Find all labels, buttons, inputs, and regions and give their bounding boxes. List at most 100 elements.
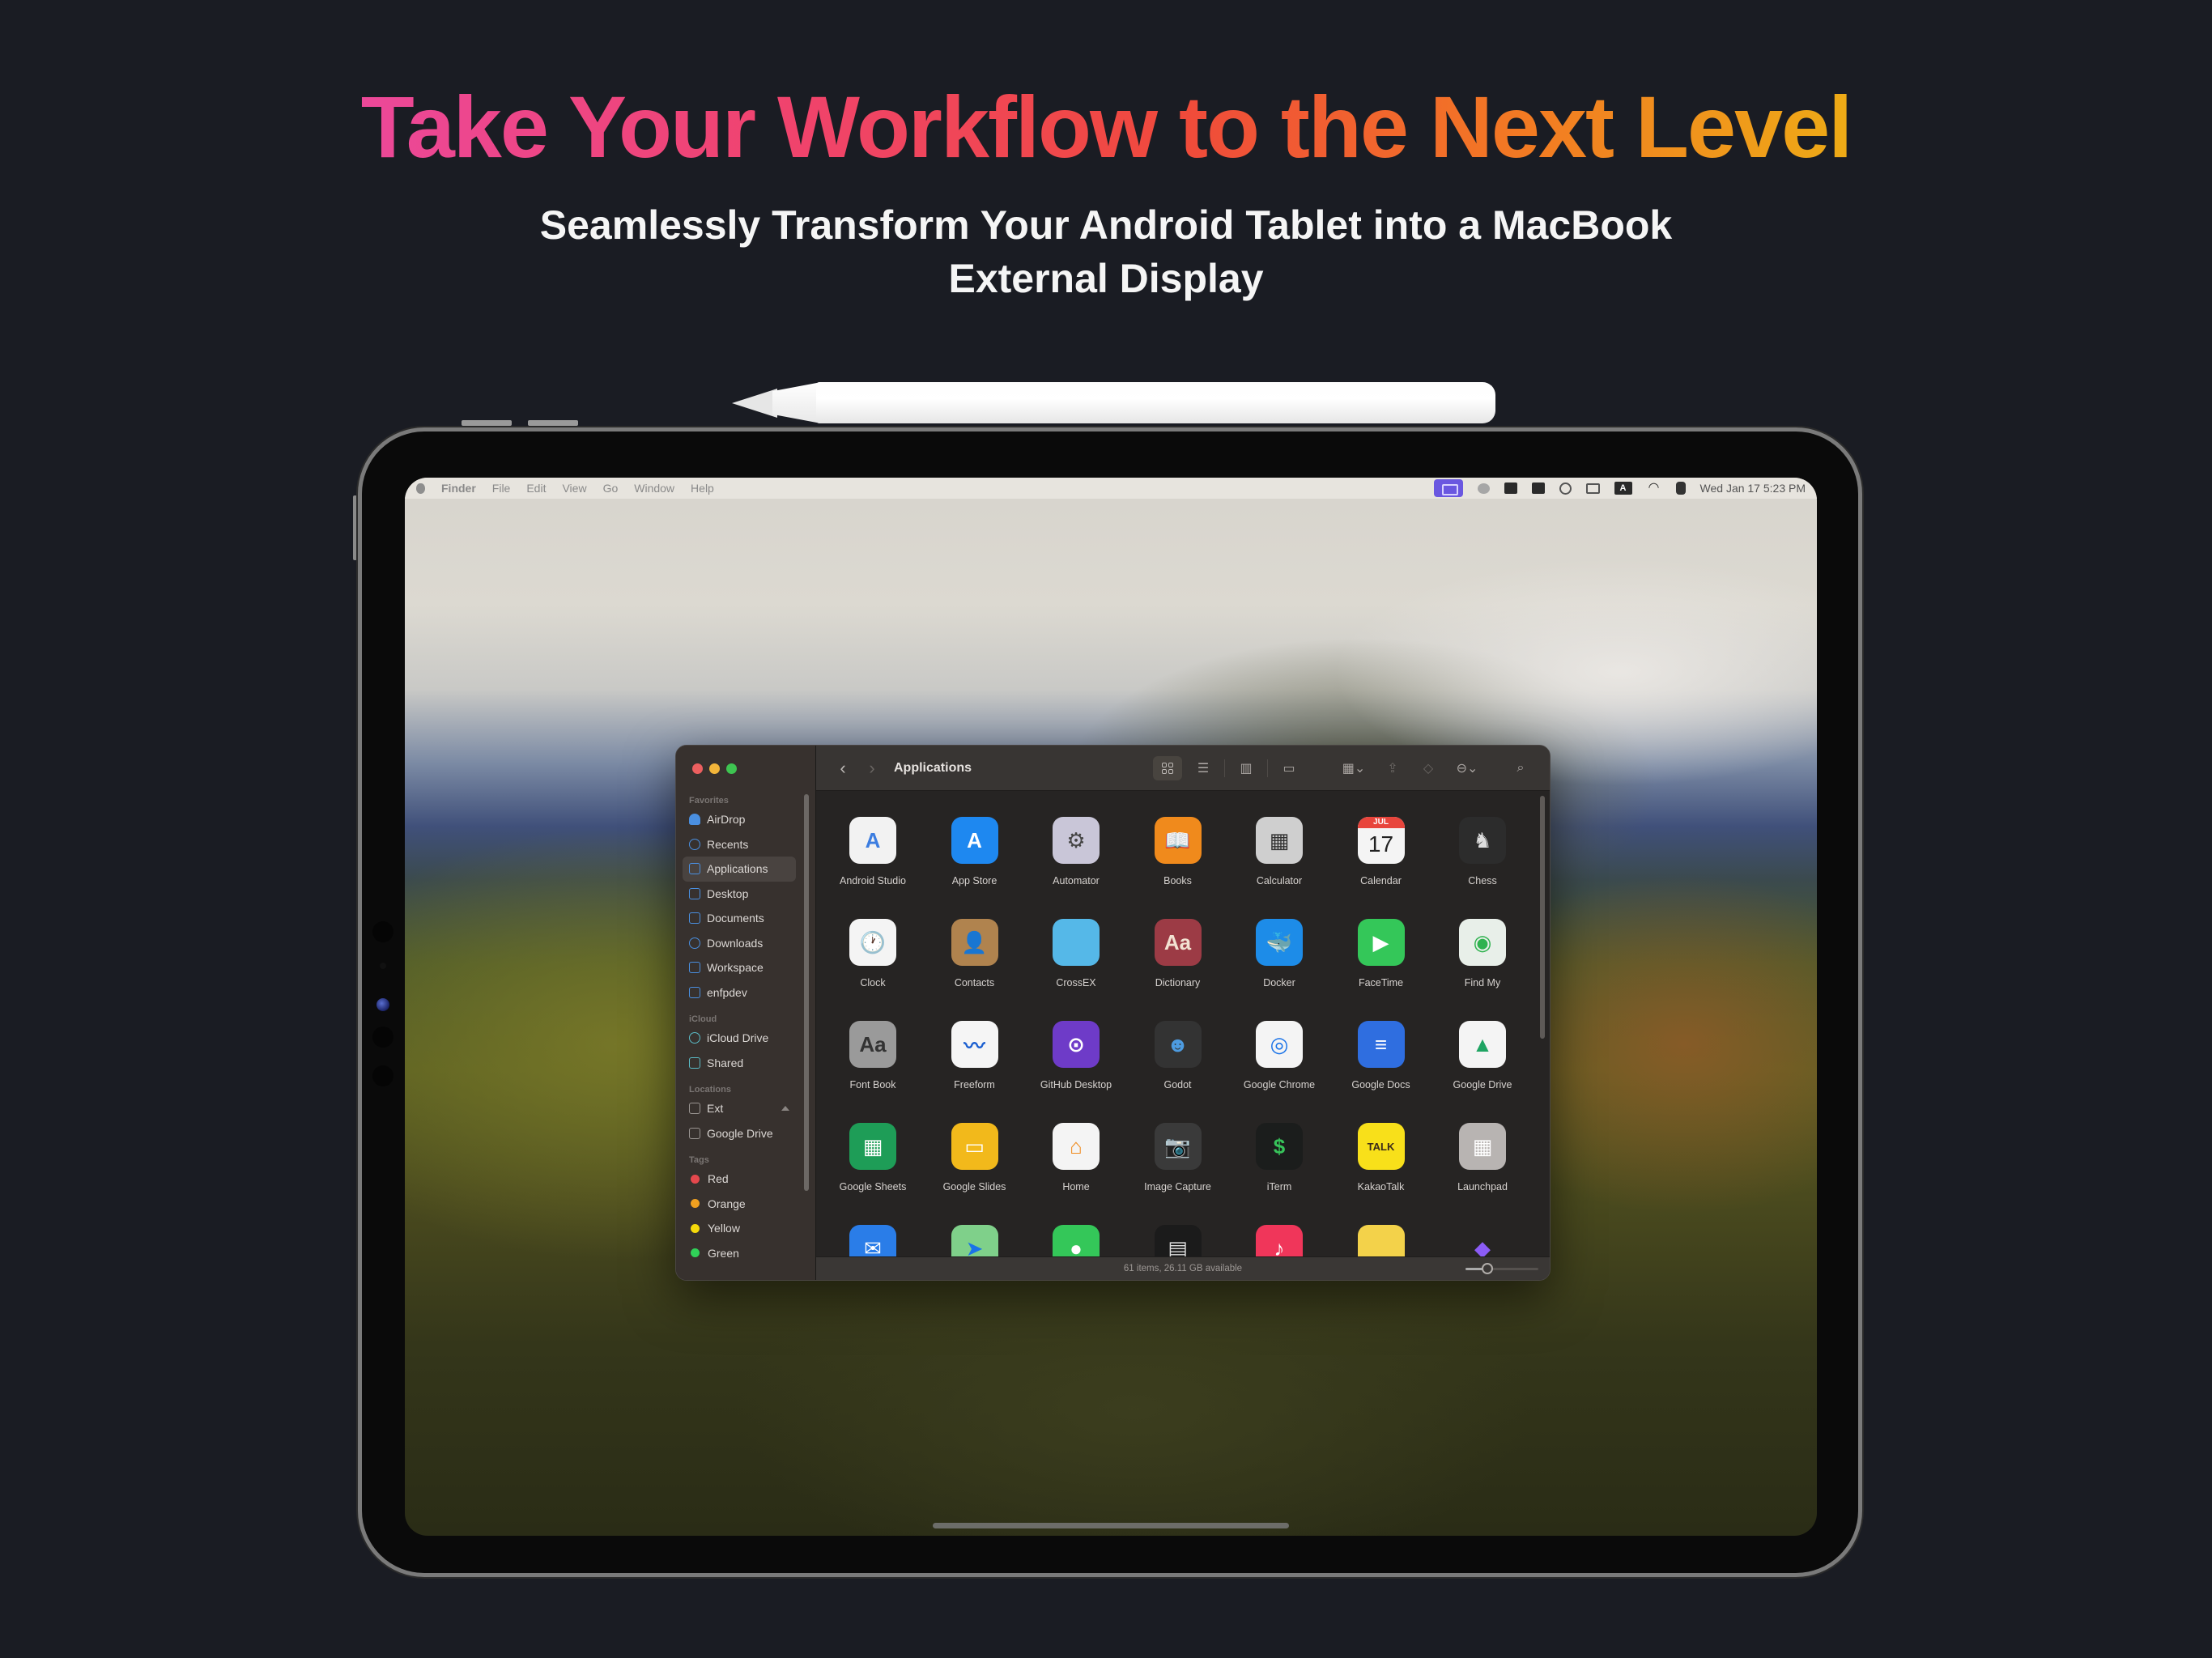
- app-item[interactable]: ▦ Launchpad: [1434, 1123, 1531, 1192]
- app-item[interactable]: ➤Maps: [926, 1225, 1023, 1256]
- menu-help[interactable]: Help: [691, 482, 714, 495]
- column-view-button[interactable]: ▥: [1231, 756, 1261, 780]
- sidebar-item-icloud-drive[interactable]: iCloud Drive: [683, 1026, 796, 1051]
- app-item[interactable]: ⊙ GitHub Desktop: [1027, 1021, 1125, 1090]
- sidebar-item-orange[interactable]: Orange: [683, 1192, 796, 1217]
- menu-edit[interactable]: Edit: [526, 482, 546, 495]
- app-image-capture-icon: 📷: [1154, 1123, 1202, 1170]
- eject-icon[interactable]: [781, 1106, 789, 1112]
- toolbar-divider: [1267, 759, 1268, 777]
- app-item[interactable]: 👤 Contacts: [926, 919, 1023, 988]
- app-item[interactable]: ✉Mail: [824, 1225, 921, 1256]
- app-item[interactable]: Aa Font Book: [824, 1021, 921, 1090]
- document-icon: [689, 912, 700, 925]
- app-item[interactable]: $ iTerm: [1231, 1123, 1328, 1192]
- app-square-icon[interactable]: [1504, 483, 1517, 494]
- finder-content: A Android Studio A App Store ⚙ Automator 📖 Book…: [816, 791, 1550, 1256]
- google-drive-icon[interactable]: [1531, 483, 1545, 494]
- app-item[interactable]: JUL 17 Calendar: [1333, 817, 1430, 886]
- app-item[interactable]: 〰 Freeform: [926, 1021, 1023, 1090]
- app-item[interactable]: TALK KakaoTalk: [1333, 1123, 1430, 1192]
- list-view-button[interactable]: ☰: [1189, 756, 1218, 780]
- app-item[interactable]: ▶ FaceTime: [1333, 919, 1430, 988]
- app-item[interactable]: 📖 Books: [1129, 817, 1227, 886]
- menu-bar-clock[interactable]: Wed Jan 17 5:23 PM: [1700, 482, 1806, 495]
- app-item[interactable]: ≡ Google Docs: [1333, 1021, 1430, 1090]
- app-item[interactable]: ☻ Godot: [1129, 1021, 1227, 1090]
- sidebar-item-airdrop[interactable]: AirDrop: [683, 807, 796, 832]
- sidebar-item-google-drive[interactable]: Google Drive: [683, 1121, 796, 1146]
- pencil-body: [816, 382, 1495, 423]
- more-actions-button[interactable]: ⊖⌄: [1449, 756, 1485, 780]
- app-item[interactable]: 🐳 Docker: [1231, 919, 1328, 988]
- screen-share-icon[interactable]: [1433, 479, 1463, 497]
- zoom-button[interactable]: [726, 763, 737, 774]
- menu-finder[interactable]: Finder: [441, 482, 476, 495]
- menu-view[interactable]: View: [562, 482, 586, 495]
- app-item[interactable]: 📷 Image Capture: [1129, 1123, 1227, 1192]
- menu-go[interactable]: Go: [603, 482, 619, 495]
- sidebar-item-shared[interactable]: Shared: [683, 1051, 796, 1076]
- app-item[interactable]: ▤Mission Control: [1129, 1225, 1227, 1256]
- icon-view-button[interactable]: [1153, 755, 1182, 780]
- share-icon: ⇪: [1387, 761, 1398, 776]
- app-item[interactable]: ◉ Find My: [1434, 919, 1531, 988]
- menu-window[interactable]: Window: [634, 482, 674, 495]
- app-glyph: ◆: [1474, 1235, 1491, 1257]
- app-item[interactable]: ▲ Google Drive: [1434, 1021, 1531, 1090]
- slider-knob[interactable]: [1482, 1263, 1493, 1274]
- minimize-button[interactable]: [709, 763, 720, 774]
- sidebar-item-downloads[interactable]: Downloads: [683, 931, 796, 956]
- chat-bubble-icon[interactable]: [1477, 483, 1490, 494]
- sidebar-item-yellow[interactable]: Yellow: [683, 1216, 796, 1241]
- search-button[interactable]: ⌕: [1506, 756, 1535, 780]
- app-item[interactable]: ▭ Google Slides: [926, 1123, 1023, 1192]
- sidebar-scrollbar[interactable]: [804, 794, 809, 1191]
- apple-logo-icon[interactable]: [416, 483, 425, 494]
- icon-size-slider[interactable]: [1465, 1263, 1538, 1274]
- app-item[interactable]: ♞ Chess: [1434, 817, 1531, 886]
- app-item[interactable]: 🕐 Clock: [824, 919, 921, 988]
- display-icon[interactable]: [1585, 483, 1600, 494]
- app-item[interactable]: CrossEX: [1027, 919, 1125, 988]
- app-label: Docker: [1263, 977, 1295, 988]
- back-button[interactable]: ‹: [834, 759, 852, 777]
- home-indicator[interactable]: [933, 1523, 1289, 1528]
- app-glyph: ▦: [862, 1133, 883, 1158]
- sidebar-item-workspace[interactable]: Workspace: [683, 955, 796, 980]
- forward-button[interactable]: ›: [863, 759, 881, 777]
- app-item[interactable]: ◎ Google Chrome: [1231, 1021, 1328, 1090]
- app-item[interactable]: ▦ Calculator: [1231, 817, 1328, 886]
- sidebar-item-enfpdev[interactable]: enfpdev: [683, 980, 796, 1005]
- play-circle-icon[interactable]: [1559, 482, 1572, 495]
- app-label: Chess: [1468, 875, 1497, 886]
- app-item[interactable]: A App Store: [926, 817, 1023, 886]
- input-source-icon[interactable]: A: [1614, 482, 1632, 495]
- app-item[interactable]: ◆Obsidian: [1434, 1225, 1531, 1257]
- sidebar-item-red[interactable]: Red: [683, 1167, 796, 1192]
- sidebar-item-documents[interactable]: Documents: [683, 906, 796, 931]
- sidebar-item-applications[interactable]: Applications: [683, 857, 796, 882]
- app-item[interactable]: ⌂ Home: [1027, 1123, 1125, 1192]
- close-button[interactable]: [692, 763, 703, 774]
- wifi-icon[interactable]: ◠: [1647, 482, 1661, 495]
- tag-button[interactable]: ◇: [1414, 756, 1443, 780]
- group-by-button[interactable]: ▦⌄: [1336, 756, 1372, 780]
- app-item[interactable]: ●Messages: [1027, 1225, 1125, 1256]
- menu-file[interactable]: File: [492, 482, 511, 495]
- sidebar-item-recents[interactable]: Recents: [683, 832, 796, 857]
- app-glyph: 📷: [1164, 1133, 1191, 1158]
- app-item[interactable]: ♪Music: [1231, 1225, 1328, 1256]
- content-scrollbar[interactable]: [1540, 796, 1545, 1039]
- sidebar-item-green[interactable]: Green: [683, 1241, 796, 1266]
- share-button[interactable]: ⇪: [1378, 756, 1407, 780]
- gallery-view-button[interactable]: ▭: [1274, 756, 1304, 780]
- control-center-icon[interactable]: [1675, 482, 1686, 495]
- sidebar-item-ext[interactable]: Ext: [683, 1096, 796, 1121]
- sidebar-item-desktop[interactable]: Desktop: [683, 882, 796, 907]
- app-item[interactable]: Aa Dictionary: [1129, 919, 1227, 988]
- app-item[interactable]: ⚙ Automator: [1027, 817, 1125, 886]
- app-item[interactable]: ▦ Google Sheets: [824, 1123, 921, 1192]
- app-item[interactable]: A Android Studio: [824, 817, 921, 886]
- app-item[interactable]: Notes: [1333, 1225, 1430, 1256]
